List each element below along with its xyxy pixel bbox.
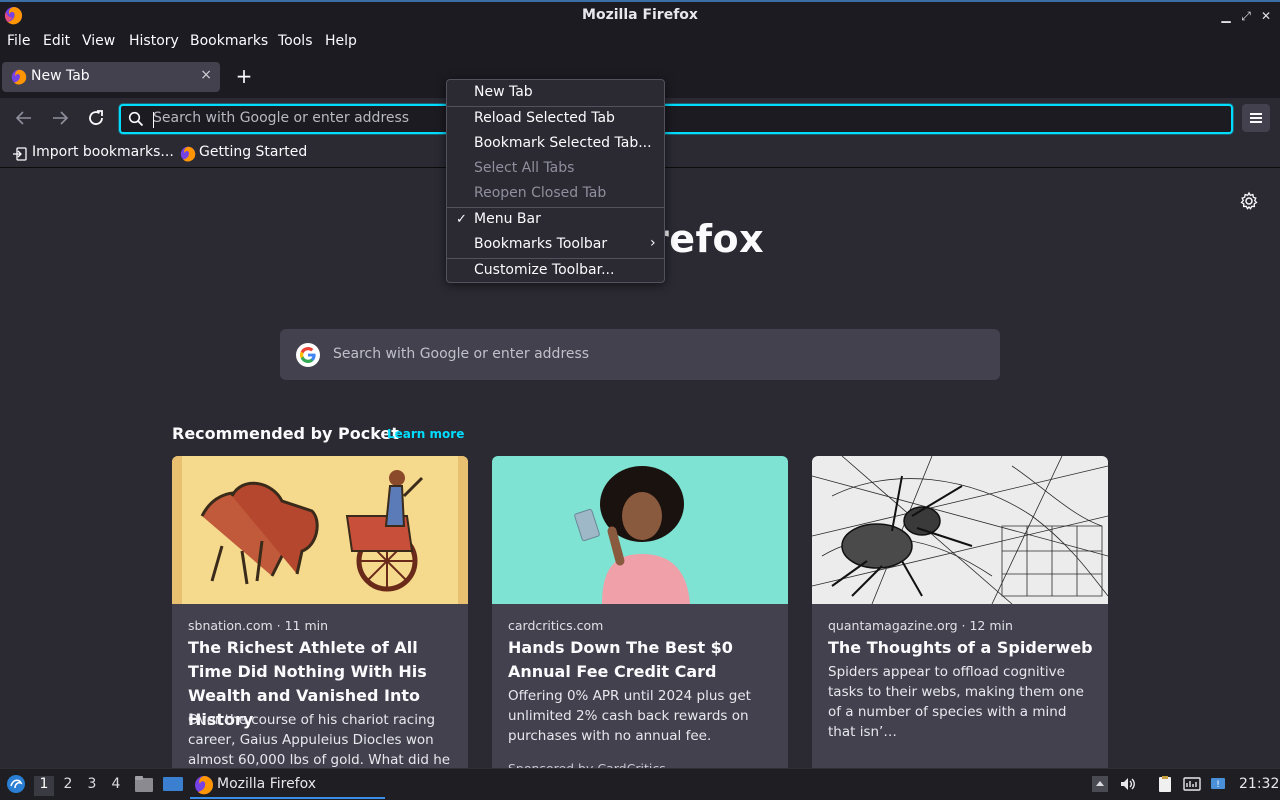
submenu-arrow-icon: › (650, 235, 656, 251)
spiderweb-illustration (812, 456, 1108, 604)
pocket-heading: Recommended by Pocket (172, 424, 399, 443)
menu-view[interactable]: View (82, 33, 115, 49)
menu-item-label: Reopen Closed Tab (474, 185, 607, 201)
hamburger-line (1250, 121, 1262, 123)
tray-arrow-icon[interactable] (1091, 775, 1109, 793)
url-bar-placeholder: Search with Google or enter address (153, 110, 410, 126)
card-excerpt: Offering 0% APR until 2024 plus get unli… (508, 688, 751, 744)
menu-bookmarks[interactable]: Bookmarks (190, 33, 268, 49)
menu-item-reopen-closed-tab[interactable]: Reopen Closed Tab (447, 182, 664, 206)
woman-with-card-photo (492, 456, 788, 604)
workspace-4[interactable]: 4 (106, 776, 126, 796)
updates-icon[interactable]: ! (1210, 775, 1228, 793)
pocket-card[interactable]: cardcritics.com Hands Down The Best $0 A… (492, 456, 788, 776)
menu-item-reload-selected-tab[interactable]: Reload Selected Tab (447, 107, 664, 131)
workspace-1[interactable]: 1 (34, 776, 54, 796)
window-titlebar: Mozilla Firefox ▁ ⤢ ✕ (0, 0, 1280, 30)
pocket-card[interactable]: quantamagazine.org · 12 min The Thoughts… (812, 456, 1108, 776)
checkmark-icon: ✓ (456, 212, 467, 227)
clipboard-icon[interactable] (1156, 775, 1174, 793)
menu-item-label: Menu Bar (474, 211, 541, 227)
card-excerpt: Over the course of his chariot racing ca… (188, 712, 451, 776)
start-menu-icon[interactable] (6, 774, 26, 794)
card-source: quantamagazine.org · 12 min (828, 618, 1013, 633)
card-title: Hands Down The Best $0 Annual Fee Credit… (508, 638, 733, 681)
card-excerpt: Spiders appear to offload cognitive task… (828, 664, 1084, 740)
card-source: sbnation.com · 11 min (188, 618, 329, 633)
menu-item-menu-bar[interactable]: ✓ Menu Bar (447, 208, 664, 232)
minimize-button[interactable]: ▁ (1218, 8, 1234, 24)
svg-text:!: ! (1216, 780, 1220, 790)
menu-bar: File Edit View History Bookmarks Tools H… (0, 30, 1280, 56)
menu-help[interactable]: Help (325, 33, 357, 49)
pocket-card[interactable]: sbnation.com · 11 min The Richest Athlet… (172, 456, 468, 776)
taskbar: 1 2 3 4 Mozilla Firefox ! 21:32 (0, 768, 1280, 800)
workspace-3[interactable]: 3 (82, 776, 102, 796)
card-title: The Thoughts of a Spiderweb (828, 638, 1093, 657)
firefox-wordmark: refox (650, 217, 765, 261)
menu-history[interactable]: History (129, 33, 179, 49)
network-icon[interactable] (1183, 775, 1201, 793)
close-tab-icon[interactable]: × (200, 67, 212, 83)
back-icon[interactable] (12, 106, 36, 130)
workspace-2[interactable]: 2 (58, 776, 78, 796)
taskbar-app-label: Mozilla Firefox (217, 776, 317, 792)
taskbar-firefox-window[interactable]: Mozilla Firefox (190, 771, 385, 799)
app-menu-button[interactable] (1242, 104, 1270, 132)
forward-icon[interactable] (48, 106, 72, 130)
menu-file[interactable]: File (7, 33, 30, 49)
search-icon (128, 111, 144, 127)
clock: 21:32 (1239, 776, 1280, 792)
new-tab-button[interactable]: + (232, 65, 256, 89)
menu-item-label: Reload Selected Tab (474, 110, 615, 126)
bookmark-getting-started[interactable]: Getting Started (199, 144, 307, 160)
menu-item-label: New Tab (474, 84, 533, 100)
desktop-icon[interactable] (162, 775, 184, 793)
toolbar-context-menu: New Tab Reload Selected Tab Bookmark Sel… (446, 79, 665, 283)
page-search-box[interactable]: Search with Google or enter address (280, 329, 1000, 380)
firefox-bookmark-icon (180, 146, 196, 162)
menu-item-new-tab[interactable]: New Tab (447, 81, 664, 105)
close-window-button[interactable]: ✕ (1258, 8, 1274, 24)
menu-tools[interactable]: Tools (278, 33, 313, 49)
text-cursor (153, 112, 154, 128)
firefox-taskbar-icon (195, 776, 214, 795)
menu-item-bookmarks-toolbar[interactable]: Bookmarks Toolbar › (447, 233, 664, 257)
menu-item-label: Select All Tabs (474, 160, 575, 176)
menu-item-label: Bookmarks Toolbar (474, 236, 608, 252)
file-manager-icon[interactable] (134, 775, 154, 793)
card-source: cardcritics.com (508, 618, 604, 633)
menu-item-label: Customize Toolbar... (474, 262, 615, 278)
pocket-learn-more-link[interactable]: Learn more (387, 427, 464, 441)
menu-item-select-all-tabs[interactable]: Select All Tabs (447, 157, 664, 181)
bookmark-import[interactable]: Import bookmarks... (32, 144, 174, 160)
settings-gear-icon[interactable] (1239, 191, 1259, 211)
menu-item-customize-toolbar[interactable]: Customize Toolbar... (447, 259, 664, 283)
window-title: Mozilla Firefox (582, 7, 698, 23)
reload-icon[interactable] (84, 106, 108, 130)
chariot-illustration (172, 456, 468, 604)
hamburger-line (1250, 117, 1262, 119)
page-search-placeholder: Search with Google or enter address (333, 346, 590, 362)
volume-icon[interactable] (1119, 775, 1137, 793)
import-icon (13, 147, 27, 161)
maximize-button[interactable]: ⤢ (1238, 8, 1254, 24)
url-bar[interactable]: Search with Google or enter address (119, 104, 1233, 134)
firefox-tab-icon (11, 69, 27, 85)
tab-new-tab[interactable]: New Tab × (2, 62, 220, 92)
menu-item-bookmark-selected-tab[interactable]: Bookmark Selected Tab... (447, 132, 664, 156)
menu-item-label: Bookmark Selected Tab... (474, 135, 652, 151)
menu-edit[interactable]: Edit (43, 33, 70, 49)
tab-label: New Tab (31, 68, 90, 84)
google-icon (296, 343, 320, 367)
hamburger-line (1250, 113, 1262, 115)
